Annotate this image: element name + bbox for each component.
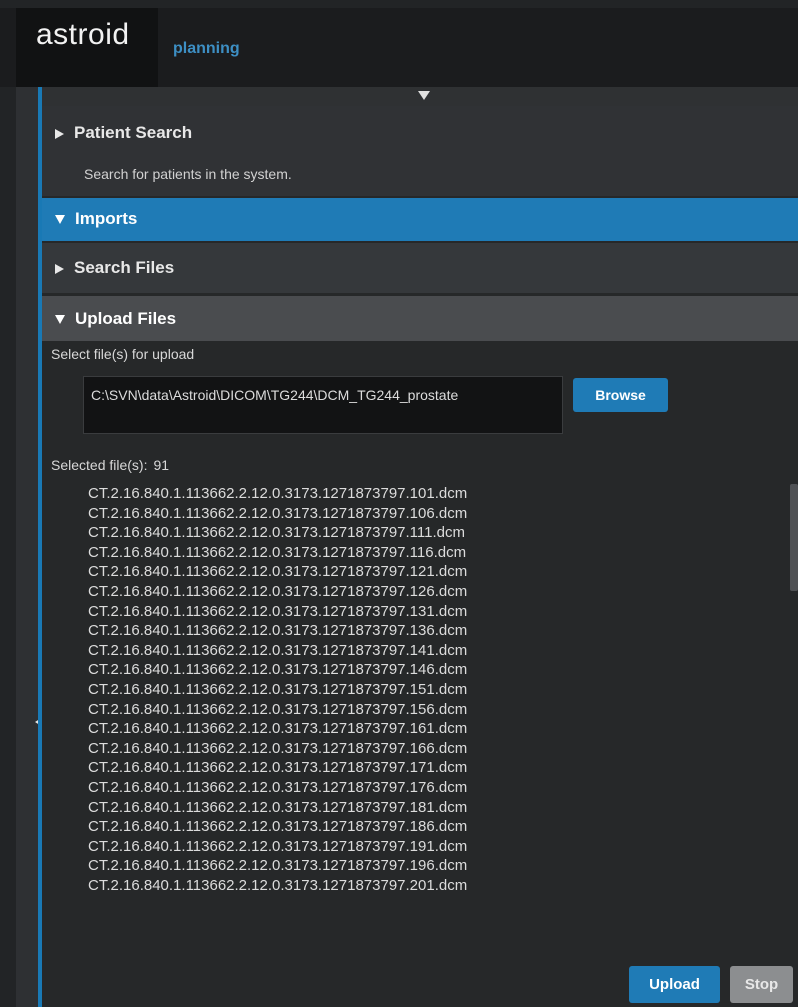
file-list-item: CT.2.16.840.1.113662.2.12.0.3173.1271873… — [88, 504, 468, 522]
app-window: astroid planning Patient Search Search f… — [0, 0, 798, 1007]
patient-search-section[interactable]: Patient Search Search for patients in th… — [42, 106, 798, 196]
file-list-item: CT.2.16.840.1.113662.2.12.0.3173.1271873… — [88, 739, 468, 757]
stop-button[interactable]: Stop — [730, 966, 793, 1003]
triangle-right-icon — [55, 128, 64, 139]
expand-toggle[interactable] — [42, 87, 798, 106]
file-path-field[interactable]: C:\SVN\data\Astroid\DICOM\TG244\DCM_TG24… — [83, 376, 563, 434]
selected-files-count: 91 — [153, 457, 170, 473]
imports-header[interactable]: Imports — [42, 198, 798, 241]
select-files-label: Select file(s) for upload — [51, 346, 195, 362]
collapsed-side-panel[interactable] — [16, 87, 46, 1007]
file-list-item: CT.2.16.840.1.113662.2.12.0.3173.1271873… — [88, 543, 467, 561]
file-list-item: CT.2.16.840.1.113662.2.12.0.3173.1271873… — [88, 582, 468, 600]
search-files-header[interactable]: Search Files — [42, 243, 798, 293]
file-list-scrollbar[interactable] — [788, 484, 798, 952]
triangle-down-icon — [55, 215, 65, 225]
file-list-item: CT.2.16.840.1.113662.2.12.0.3173.1271873… — [88, 602, 468, 620]
file-list-item: CT.2.16.840.1.113662.2.12.0.3173.1271873… — [88, 700, 468, 718]
scrollbar-thumb[interactable] — [790, 484, 798, 591]
search-files-title: Search Files — [74, 258, 175, 277]
file-list-item: CT.2.16.840.1.113662.2.12.0.3173.1271873… — [88, 680, 468, 698]
triangle-down-icon — [55, 315, 65, 325]
imports-title: Imports — [75, 209, 138, 228]
file-list-item: CT.2.16.840.1.113662.2.12.0.3173.1271873… — [88, 622, 468, 640]
browse-button[interactable]: Browse — [573, 378, 668, 412]
app-header: astroid planning — [0, 8, 798, 87]
module-name[interactable]: planning — [173, 40, 240, 58]
file-list-item: CT.2.16.840.1.113662.2.12.0.3173.1271873… — [88, 778, 468, 796]
triangle-right-icon — [55, 263, 64, 274]
selected-files-summary: Selected file(s): 91 — [51, 457, 169, 473]
file-list-item: CT.2.16.840.1.113662.2.12.0.3173.1271873… — [88, 641, 468, 659]
patient-search-title: Patient Search — [74, 123, 193, 142]
file-list-item: CT.2.16.840.1.113662.2.12.0.3173.1271873… — [88, 798, 468, 816]
file-list-item: CT.2.16.840.1.113662.2.12.0.3173.1271873… — [88, 818, 468, 836]
file-list-item: CT.2.16.840.1.113662.2.12.0.3173.1271873… — [88, 524, 465, 542]
file-list-item: CT.2.16.840.1.113662.2.12.0.3173.1271873… — [88, 759, 468, 777]
selected-files-label: Selected file(s): — [51, 457, 148, 473]
triangle-down-icon[interactable] — [418, 91, 430, 100]
upload-files-title: Upload Files — [75, 309, 177, 328]
file-path-value: C:\SVN\data\Astroid\DICOM\TG244\DCM_TG24… — [91, 387, 459, 403]
patient-search-description: Search for patients in the system. — [84, 166, 292, 182]
upload-files-header[interactable]: Upload Files — [42, 296, 798, 341]
file-list-item: CT.2.16.840.1.113662.2.12.0.3173.1271873… — [88, 720, 468, 738]
app-logo: astroid — [36, 18, 130, 51]
patient-search-header[interactable]: Patient Search — [55, 122, 192, 144]
file-list-item: CT.2.16.840.1.113662.2.12.0.3173.1271873… — [88, 563, 468, 581]
selected-files-list[interactable]: CT.2.16.840.1.113662.2.12.0.3173.1271873… — [88, 484, 778, 952]
upload-button[interactable]: Upload — [629, 966, 720, 1003]
logo-area: astroid — [16, 8, 158, 87]
file-list-item: CT.2.16.840.1.113662.2.12.0.3173.1271873… — [88, 857, 468, 875]
file-list-item: CT.2.16.840.1.113662.2.12.0.3173.1271873… — [88, 876, 468, 894]
file-list-item: CT.2.16.840.1.113662.2.12.0.3173.1271873… — [88, 661, 468, 679]
file-list-item: CT.2.16.840.1.113662.2.12.0.3173.1271873… — [88, 837, 468, 855]
main-panel: Patient Search Search for patients in th… — [42, 87, 798, 1007]
file-list-item: CT.2.16.840.1.113662.2.12.0.3173.1271873… — [88, 485, 468, 502]
